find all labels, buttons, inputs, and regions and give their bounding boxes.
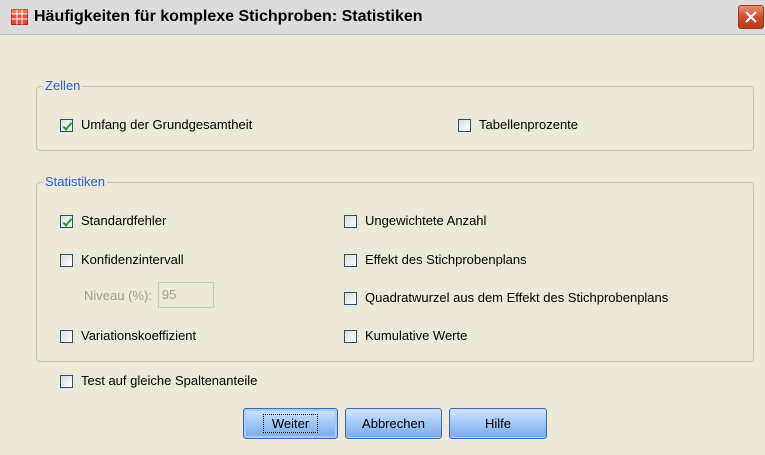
hilfe-button-label: Hilfe <box>484 416 511 431</box>
niveau-row: Niveau (%): 95 <box>84 282 214 308</box>
konfidenzintervall-checkbox[interactable] <box>60 253 73 267</box>
zellen-group-title: Zellen <box>43 78 83 94</box>
statistiken-group-title: Statistiken <box>43 174 107 190</box>
title-bar[interactable]: Häufigkeiten für komplexe Stichproben: S… <box>0 0 765 35</box>
standardfehler-checkbox-row[interactable]: Standardfehler <box>60 213 166 229</box>
table-icon <box>11 9 28 25</box>
kumulative-label: Kumulative Werte <box>365 328 468 343</box>
tabellenprozente-checkbox[interactable] <box>458 118 471 132</box>
checkmark-icon <box>62 121 73 131</box>
tabellenprozente-checkbox-row[interactable]: Tabellenprozente <box>458 117 578 133</box>
close-icon <box>745 11 757 23</box>
window-title: Häufigkeiten für komplexe Stichproben: S… <box>34 8 423 25</box>
abbrechen-button[interactable]: Abbrechen <box>345 408 442 439</box>
test-gleiche-checkbox-row[interactable]: Test auf gleiche Spaltenanteile <box>60 373 257 389</box>
niveau-label: Niveau (%): <box>84 287 152 303</box>
statistics-dialog: Häufigkeiten für komplexe Stichproben: S… <box>0 0 765 455</box>
quadratwurzel-checkbox[interactable] <box>344 291 357 305</box>
konfidenzintervall-checkbox-row[interactable]: Konfidenzintervall <box>60 252 184 268</box>
kumulative-checkbox-row[interactable]: Kumulative Werte <box>344 328 467 344</box>
umfang-checkbox[interactable] <box>60 118 73 132</box>
hilfe-button[interactable]: Hilfe <box>449 408 547 439</box>
test-gleiche-label: Test auf gleiche Spaltenanteile <box>81 373 258 388</box>
umfang-checkbox-row[interactable]: Umfang der Grundgesamtheit <box>60 117 252 133</box>
umfang-label: Umfang der Grundgesamtheit <box>81 117 253 132</box>
konfidenzintervall-label: Konfidenzintervall <box>81 252 184 267</box>
variationskoeffizient-checkbox[interactable] <box>60 329 73 343</box>
ungewichtete-anzahl-label: Ungewichtete Anzahl <box>365 213 487 228</box>
effekt-label: Effekt des Stichprobenplans <box>365 252 527 267</box>
variationskoeffizient-label: Variationskoeffizient <box>81 328 197 343</box>
effekt-checkbox-row[interactable]: Effekt des Stichprobenplans <box>344 252 527 268</box>
variationskoeffizient-checkbox-row[interactable]: Variationskoeffizient <box>60 328 196 344</box>
abbrechen-button-label: Abbrechen <box>362 416 425 431</box>
kumulative-checkbox[interactable] <box>344 329 357 343</box>
test-gleiche-checkbox[interactable] <box>60 374 73 388</box>
tabellenprozente-label: Tabellenprozente <box>479 117 579 132</box>
checkmark-icon <box>62 217 73 227</box>
standardfehler-label: Standardfehler <box>81 213 167 228</box>
weiter-button-label: Weiter <box>262 414 319 433</box>
close-button[interactable] <box>738 5 764 29</box>
niveau-input[interactable]: 95 <box>157 282 214 308</box>
quadratwurzel-checkbox-row[interactable]: Quadratwurzel aus dem Effekt des Stichpr… <box>344 290 668 306</box>
standardfehler-checkbox[interactable] <box>60 214 73 228</box>
quadratwurzel-label: Quadratwurzel aus dem Effekt des Stichpr… <box>365 290 669 305</box>
effekt-checkbox[interactable] <box>344 253 357 267</box>
weiter-button[interactable]: Weiter <box>243 408 338 439</box>
ungewichtete-anzahl-checkbox[interactable] <box>344 214 357 228</box>
ungewichtete-anzahl-checkbox-row[interactable]: Ungewichtete Anzahl <box>344 213 486 229</box>
